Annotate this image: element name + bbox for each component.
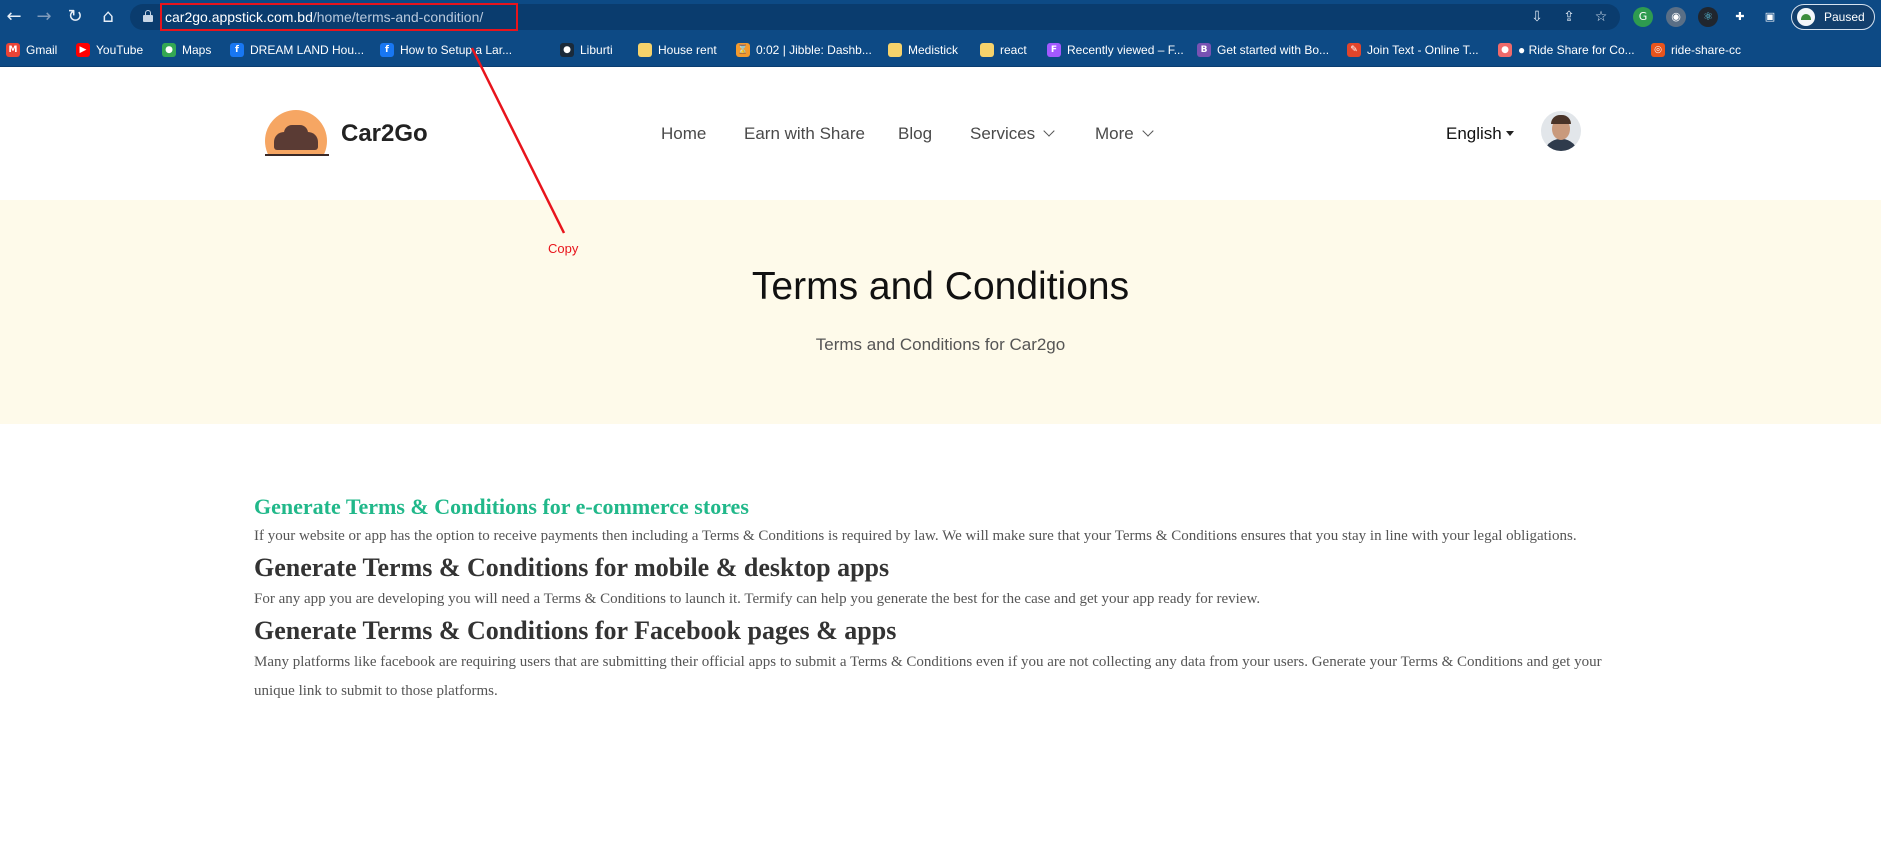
annotation-arrow-line xyxy=(470,47,566,234)
annotation-label: Copy xyxy=(548,241,579,256)
